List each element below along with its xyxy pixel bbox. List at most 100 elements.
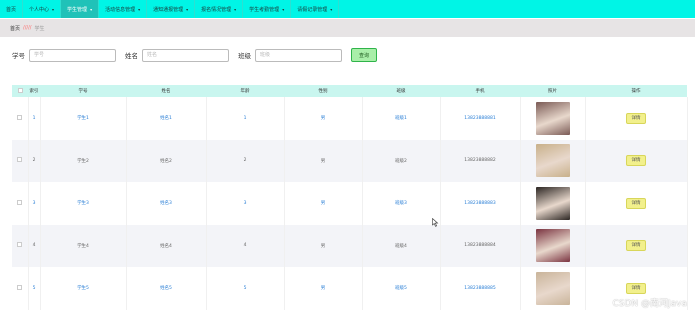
- detail-button[interactable]: 详情: [626, 112, 646, 124]
- cell-name: 姓名4: [126, 224, 207, 267]
- cell-gender: 男: [284, 182, 363, 225]
- cell-phone: 13823888884: [440, 224, 521, 267]
- table-row: 2 学生2 姓名2 2 男班级2 13823888882 详情: [12, 139, 688, 182]
- header-student-id: 学号: [78, 89, 88, 94]
- cell-gender: 男: [284, 224, 363, 267]
- cell-select[interactable]: [12, 97, 29, 140]
- class-input[interactable]: [255, 48, 342, 62]
- cell-gender: 男: [284, 267, 363, 310]
- cell-name: 姓名1: [126, 97, 207, 140]
- cell-student-id: 学生5: [40, 267, 127, 310]
- header-gender: 性别: [318, 89, 328, 94]
- detail-button[interactable]: 详情: [626, 282, 646, 294]
- student-photo: [535, 186, 570, 220]
- nav-item-0[interactable]: 首页: [0, 0, 24, 18]
- row-checkbox[interactable]: [17, 157, 23, 163]
- cell-index: 4: [28, 224, 41, 267]
- row-checkbox[interactable]: [17, 199, 23, 205]
- nav-item-label: 首页: [6, 6, 17, 13]
- class-label: 班级: [238, 52, 251, 60]
- table-row: 5 学生5 姓名5 5 男班级5 13823888885 详情: [12, 267, 688, 310]
- header-actions: 操作: [631, 89, 641, 94]
- detail-button[interactable]: 详情: [626, 240, 646, 252]
- cell-student-id: 学生1: [40, 97, 127, 140]
- nav-item-2[interactable]: 学生管理 ▾: [61, 0, 100, 18]
- cell-phone: 13823888883: [440, 182, 521, 225]
- detail-button[interactable]: 详情: [626, 197, 646, 209]
- nav-item-5[interactable]: 报名情况管理 ▾: [195, 0, 244, 18]
- cell-age: 5: [206, 267, 285, 310]
- breadcrumb-home[interactable]: 首页: [10, 25, 20, 32]
- cell-index: 5: [28, 267, 41, 310]
- cell-actions: 详情: [585, 139, 688, 182]
- cell-age: 1: [206, 97, 285, 140]
- cell-select[interactable]: [12, 224, 29, 267]
- cell-actions: 详情: [585, 182, 688, 225]
- header-class: 班级: [396, 89, 406, 94]
- student-id-label: 学号: [12, 52, 25, 60]
- cell-index: 2: [28, 139, 41, 182]
- nav-item-3[interactable]: 活动信息管理 ▾: [99, 0, 148, 18]
- cell-phone: 13823888882: [440, 139, 521, 182]
- chevron-down-icon: ▾: [330, 6, 333, 12]
- nav-item-label: 学生管理: [67, 6, 88, 13]
- chevron-down-icon: ▾: [90, 6, 93, 12]
- header-select-all[interactable]: [12, 85, 28, 97]
- nav-item-1[interactable]: 个人中心 ▾: [23, 0, 62, 18]
- student-table: 索引 学号 姓名 年龄 性别 班级 手机 照片 操作 1 学生1 姓名1 1 男班级1 1…: [12, 85, 688, 310]
- cell-student-id: 学生2: [40, 139, 127, 182]
- watermark: CSDN @南河Java: [612, 299, 687, 309]
- name-label: 姓名: [125, 52, 138, 60]
- cell-index: 3: [28, 182, 41, 225]
- nav-item-6[interactable]: 学生考勤管理 ▾: [243, 0, 292, 18]
- name-input[interactable]: [142, 48, 229, 62]
- cell-photo: [520, 97, 586, 140]
- nav-item-label: 请假记录管理: [297, 6, 328, 13]
- chevron-down-icon: ▾: [234, 6, 237, 12]
- cell-select[interactable]: [12, 139, 29, 182]
- cell-class: 班级4: [362, 224, 441, 267]
- table-row: 1 学生1 姓名1 1 男班级1 13823888881 详情: [12, 97, 688, 140]
- header-index: 索引: [29, 89, 39, 94]
- cell-index: 1: [28, 97, 41, 140]
- cell-name: 姓名5: [126, 267, 207, 310]
- nav-item-label: 通知通报管理: [153, 6, 184, 13]
- cell-photo: [520, 139, 586, 182]
- cell-student-id: 学生3: [40, 182, 127, 225]
- cell-phone: 13823888881: [440, 97, 521, 140]
- nav-item-7[interactable]: 请假记录管理 ▾: [291, 0, 340, 18]
- cell-age: 3: [206, 182, 285, 225]
- nav-item-label: 个人中心: [29, 6, 50, 13]
- chevron-down-icon: ▾: [282, 6, 285, 12]
- cell-gender: 男: [284, 139, 363, 182]
- nav-item-4[interactable]: 通知通报管理 ▾: [147, 0, 196, 18]
- search-bar: 学号 姓名 班级 查询: [12, 48, 377, 62]
- nav-item-label: 报名情况管理: [201, 6, 232, 13]
- cell-age: 2: [206, 139, 285, 182]
- cell-class: 班级3: [362, 182, 441, 225]
- header-phone: 手机: [475, 89, 485, 94]
- cell-actions: 详情: [585, 97, 688, 140]
- select-all-checkbox[interactable]: [17, 87, 23, 93]
- cell-select[interactable]: [12, 182, 29, 225]
- cell-photo: [520, 267, 586, 310]
- breadcrumb: 首页 ///// 学生: [0, 19, 695, 37]
- header-age: 年龄: [240, 89, 250, 94]
- cell-class: 班级2: [362, 139, 441, 182]
- student-photo: [535, 271, 570, 305]
- nav-item-label: 活动信息管理: [105, 6, 136, 13]
- header-name: 姓名: [161, 89, 171, 94]
- cell-name: 姓名3: [126, 182, 207, 225]
- row-checkbox[interactable]: [17, 284, 23, 290]
- detail-button[interactable]: 详情: [626, 155, 646, 167]
- cell-select[interactable]: [12, 267, 29, 310]
- student-photo: [535, 101, 570, 135]
- cell-age: 4: [206, 224, 285, 267]
- row-checkbox[interactable]: [17, 114, 23, 120]
- row-checkbox[interactable]: [17, 242, 23, 248]
- search-button[interactable]: 查询: [351, 48, 377, 62]
- student-id-input[interactable]: [29, 48, 116, 62]
- cell-class: 班级5: [362, 267, 441, 310]
- cell-photo: [520, 224, 586, 267]
- breadcrumb-separator: /////: [23, 25, 32, 31]
